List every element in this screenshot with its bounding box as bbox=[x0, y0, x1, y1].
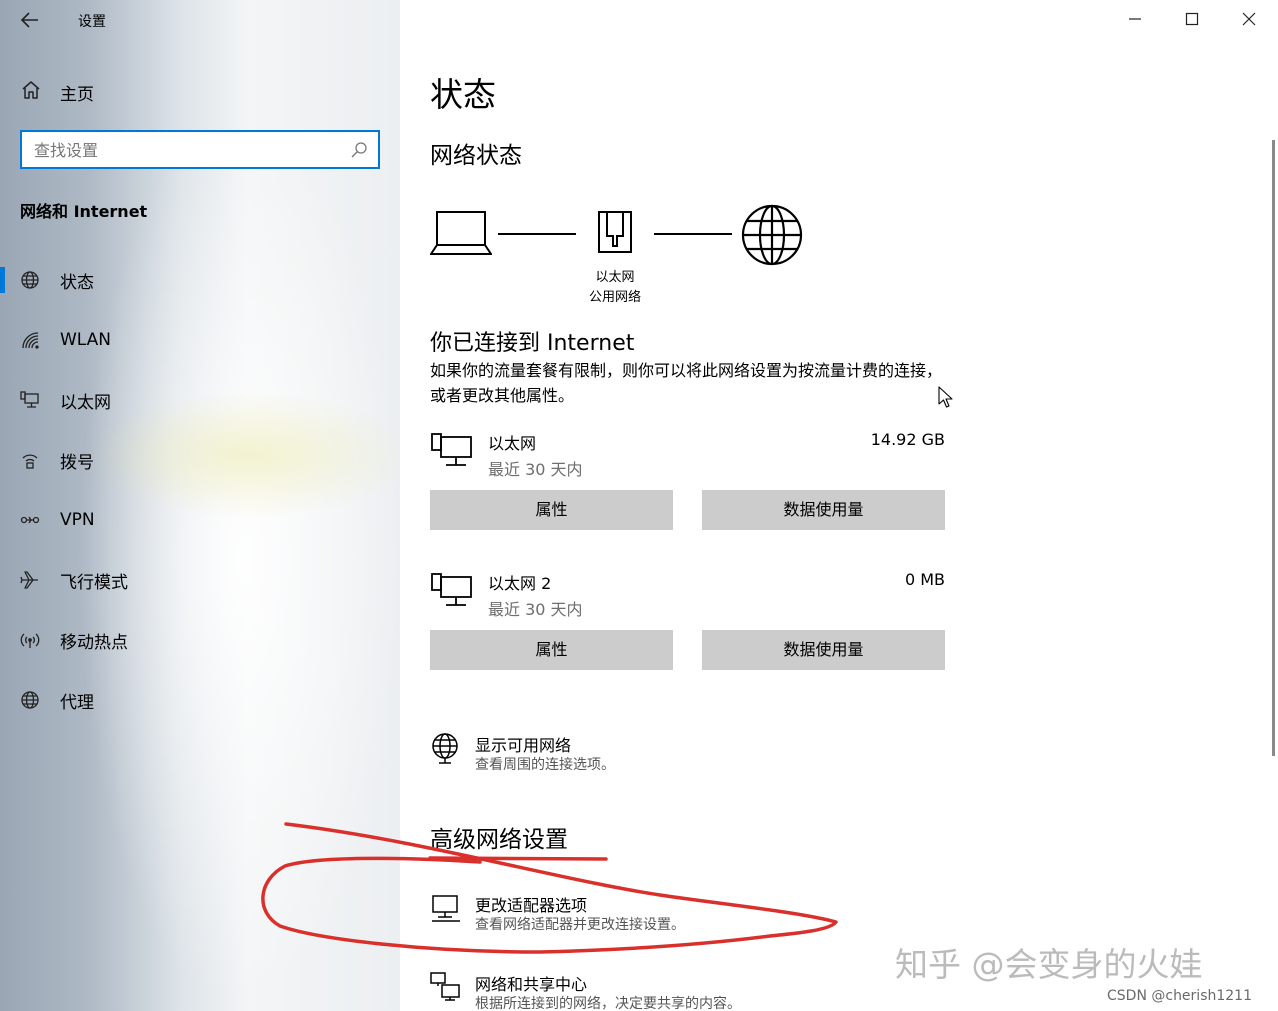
show-networks-subtitle: 查看周围的连接选项。 bbox=[475, 757, 615, 773]
search-box[interactable] bbox=[20, 130, 380, 169]
ethernet-adapter-icon bbox=[430, 430, 476, 470]
adapter-row: 以太网 2 最近 30 天内 0 MB bbox=[430, 570, 945, 630]
data-usage-button[interactable]: 数据使用量 bbox=[702, 490, 945, 530]
data-usage-button[interactable]: 数据使用量 bbox=[702, 630, 945, 670]
sidebar-item-hotspot[interactable]: 移动热点 bbox=[0, 610, 400, 670]
wifi-icon bbox=[20, 330, 40, 350]
adapter-monitor-icon bbox=[430, 892, 462, 924]
back-arrow-icon[interactable] bbox=[18, 8, 42, 32]
credit-text: CSDN @cherish1211 bbox=[1107, 988, 1252, 1004]
sidebar-item-airplane[interactable]: 飞行模式 bbox=[0, 550, 400, 610]
sidebar-item-ethernet[interactable]: 以太网 bbox=[0, 370, 400, 430]
properties-button[interactable]: 属性 bbox=[430, 630, 673, 670]
adapter-usage: 14.92 GB bbox=[870, 430, 945, 449]
sidebar-item-label: 代理 bbox=[60, 692, 94, 713]
section-title: 网络和 Internet bbox=[20, 202, 148, 221]
sidebar-item-label: 状态 bbox=[60, 272, 94, 293]
search-icon[interactable] bbox=[350, 141, 368, 159]
network-sharing-center-title[interactable]: 网络和共享中心 bbox=[475, 971, 587, 995]
show-networks-title[interactable]: 显示可用网络 bbox=[475, 732, 571, 756]
sidebar-item-label: WLAN bbox=[60, 330, 112, 350]
sharing-center-icon bbox=[430, 971, 462, 1003]
page-title: 状态 bbox=[430, 75, 496, 114]
scrollbar[interactable] bbox=[1272, 140, 1275, 756]
adapter-row: 以太网 最近 30 天内 14.92 GB bbox=[430, 430, 945, 490]
window-title: 设置 bbox=[78, 14, 106, 30]
internet-globe-icon bbox=[740, 203, 804, 271]
change-adapter-options-title[interactable]: 更改适配器选项 bbox=[475, 892, 587, 916]
ethernet-icon bbox=[20, 390, 40, 410]
ethernet-adapter-icon bbox=[430, 570, 476, 610]
network-status-heading: 网络状态 bbox=[430, 143, 522, 169]
connection-status-title: 你已连接到 Internet bbox=[430, 331, 635, 356]
close-icon[interactable] bbox=[1236, 6, 1262, 32]
status-globe-icon bbox=[20, 270, 40, 290]
dialup-icon bbox=[20, 450, 40, 470]
adapter-period: 最近 30 天内 bbox=[488, 460, 583, 479]
home-label: 主页 bbox=[60, 84, 94, 105]
sidebar-item-wlan[interactable]: WLAN bbox=[0, 310, 400, 370]
change-adapter-options-subtitle: 查看网络适配器并更改连接设置。 bbox=[475, 917, 685, 933]
watermark: 知乎 @会变身的火娃 bbox=[895, 945, 1203, 984]
settings-sidebar: 设置 主页 网络和 Internet 状态 WLAN bbox=[0, 0, 400, 1011]
sidebar-item-label: 移动热点 bbox=[60, 632, 128, 653]
sidebar-item-vpn[interactable]: VPN bbox=[0, 490, 400, 550]
sidebar-item-label: 飞行模式 bbox=[60, 572, 128, 593]
ethernet-port-icon bbox=[597, 210, 633, 264]
sidebar-item-home[interactable]: 主页 bbox=[20, 78, 94, 106]
sidebar-item-label: 以太网 bbox=[60, 392, 111, 413]
mouse-cursor-icon bbox=[938, 386, 954, 408]
properties-button[interactable]: 属性 bbox=[430, 490, 673, 530]
sidebar-item-proxy[interactable]: 代理 bbox=[0, 670, 400, 730]
sidebar-item-dialup[interactable]: 拨号 bbox=[0, 430, 400, 490]
diagram-adapter-label: 以太网 bbox=[595, 270, 635, 285]
diagram-network-type: 公用网络 bbox=[588, 290, 641, 305]
network-globe-icon bbox=[430, 732, 462, 764]
search-input[interactable] bbox=[34, 138, 334, 162]
sidebar-item-label: VPN bbox=[60, 510, 95, 530]
laptop-icon bbox=[429, 210, 493, 262]
sidebar-nav: 状态 WLAN 以太网 拨号 VPN 飞行模式 移动热点 代理 bbox=[0, 250, 400, 730]
airplane-icon bbox=[20, 570, 40, 590]
diagram-connector-line bbox=[654, 233, 732, 235]
sidebar-item-status[interactable]: 状态 bbox=[0, 250, 400, 310]
adapter-name: 以太网 bbox=[488, 434, 537, 453]
minimize-icon[interactable] bbox=[1122, 6, 1148, 32]
maximize-icon[interactable] bbox=[1179, 6, 1205, 32]
sidebar-item-label: 拨号 bbox=[60, 452, 94, 473]
adapter-usage: 0 MB bbox=[904, 570, 945, 589]
advanced-settings-heading: 高级网络设置 bbox=[430, 827, 568, 853]
diagram-connector-line bbox=[498, 233, 576, 235]
adapter-name: 以太网 2 bbox=[488, 574, 552, 593]
proxy-globe-icon bbox=[20, 690, 40, 710]
home-icon bbox=[20, 79, 42, 106]
adapter-period: 最近 30 天内 bbox=[488, 600, 583, 619]
connection-status-description: 如果你的流量套餐有限制，则你可以将此网络设置为按流量计费的连接，或者更改其他属性… bbox=[430, 361, 943, 405]
vpn-icon bbox=[20, 510, 40, 530]
hotspot-icon bbox=[20, 630, 40, 650]
network-sharing-center-subtitle: 根据所连接到的网络，决定要共享的内容。 bbox=[475, 996, 741, 1011]
